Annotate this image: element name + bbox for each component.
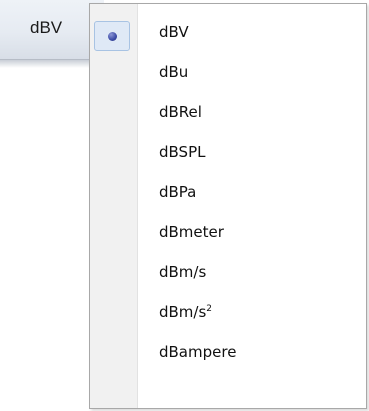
unit-dropdown-menu: dBV dBu dBRel dBSPL dBPa dBmeter dBm/s d… [89,3,367,409]
menu-item-label: dBm/s2 [159,303,212,321]
menu-item-label: dBm/s [159,263,207,281]
menu-item-dbspl[interactable]: dBSPL [90,133,366,173]
menu-item-dbrel[interactable]: dBRel [90,93,366,133]
selected-item-highlight [94,21,130,51]
menu-item-label-base: dBm/s [159,303,207,321]
menu-item-dbu[interactable]: dBu [90,53,366,93]
radio-selected-icon [108,32,117,41]
menu-item-dbm-per-s[interactable]: dBm/s [90,253,366,293]
menu-item-dbampere[interactable]: dBampere [90,333,366,373]
menu-item-label: dBV [159,23,189,41]
menu-item-dbmeter[interactable]: dBmeter [90,213,366,253]
superscript-two: 2 [206,304,213,314]
menu-item-label: dBSPL [159,143,206,161]
unit-selector-label: dBV [30,18,63,37]
menu-item-label: dBmeter [159,223,224,241]
menu-item-dbv[interactable]: dBV [90,13,366,53]
menu-item-dbpa[interactable]: dBPa [90,173,366,213]
menu-item-dbm-per-s2[interactable]: dBm/s2 [90,293,366,333]
menu-item-label: dBampere [159,343,237,361]
menu-item-label: dBPa [159,183,197,201]
menu-item-label: dBRel [159,103,202,121]
menu-item-label: dBu [159,63,189,81]
